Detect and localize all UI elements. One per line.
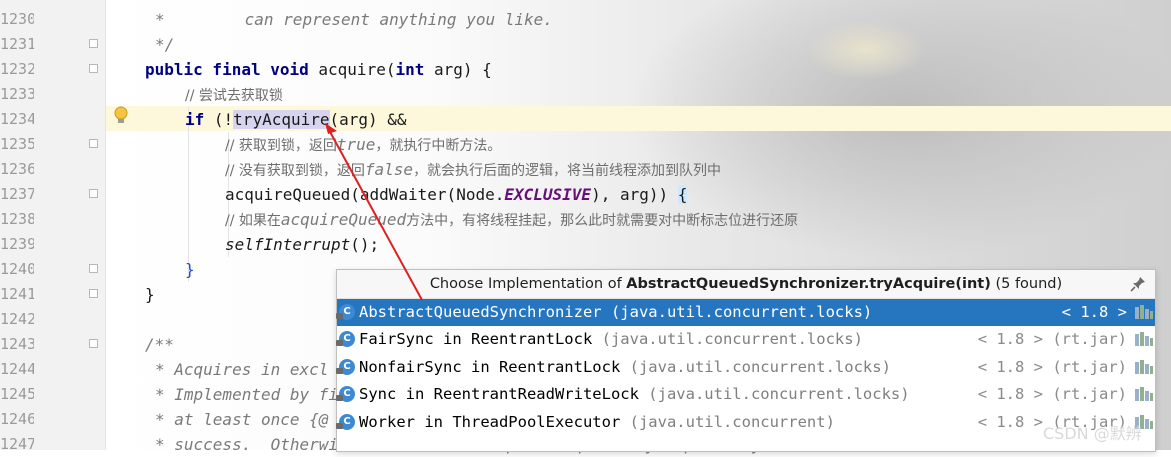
library-icon xyxy=(1135,305,1153,319)
line-number: 1239 xyxy=(0,235,34,253)
code-line: selfInterrupt(); xyxy=(225,235,380,254)
code-line: */ xyxy=(155,35,175,54)
line-number: 1245 xyxy=(0,385,34,403)
line-number: 1230 xyxy=(0,10,34,28)
popup-title: Choose Implementation of AbstractQueuedS… xyxy=(337,270,1155,299)
fold-marker-icon[interactable] xyxy=(89,39,98,48)
library-icon xyxy=(1135,332,1153,347)
fold-marker-icon[interactable] xyxy=(89,189,98,198)
line-number: 1235 xyxy=(0,135,34,153)
class-icon: C xyxy=(336,386,355,403)
line-number: 1233 xyxy=(0,85,34,103)
line-number: 1244 xyxy=(0,360,34,378)
fold-marker-icon[interactable] xyxy=(89,64,98,73)
code-line: if (!tryAcquire(arg) && xyxy=(185,110,407,129)
implementation-item[interactable]: C NonfairSync in ReentrantLock (java.uti… xyxy=(336,354,1155,381)
code-line: * Implemented by fi xyxy=(155,385,339,404)
code-line: // 如果在acquireQueued方法中，有将线程挂起，那么此时就需要对中断… xyxy=(225,210,799,229)
code-line: acquireQueued(addWaiter(Node.EXCLUSIVE),… xyxy=(225,185,688,204)
fold-marker-icon[interactable] xyxy=(89,289,98,298)
line-number: 1237 xyxy=(0,185,34,203)
fold-marker-icon[interactable] xyxy=(89,339,98,348)
code-line: public final void acquire(int arg) { xyxy=(145,60,492,79)
code-line: // 尝试去获取锁 xyxy=(185,88,283,104)
code-line: * at least once {@ xyxy=(155,410,329,429)
line-number: 1243 xyxy=(0,335,34,353)
code-line: // 没有获取到锁，返回false，就会执行后面的逻辑，将当前线程添加到队列中 xyxy=(225,160,722,179)
line-number: 1236 xyxy=(0,160,34,178)
code-line: * Acquires in excl xyxy=(155,360,329,379)
line-number: 1241 xyxy=(0,285,34,303)
class-icon: C xyxy=(336,331,355,348)
line-number: 1232 xyxy=(0,60,34,78)
fold-marker-icon[interactable] xyxy=(89,264,98,273)
code-line: } xyxy=(185,260,195,279)
library-icon xyxy=(1135,387,1153,402)
line-number: 1246 xyxy=(0,410,34,428)
line-number: 1234 xyxy=(0,110,34,128)
class-icon: C xyxy=(336,358,355,375)
fold-marker-icon[interactable] xyxy=(89,139,98,148)
line-number: 1238 xyxy=(0,210,34,228)
line-number: 1242 xyxy=(0,310,34,328)
code-line: /** xyxy=(145,335,174,354)
code-line: // 获取到锁，返回true，就执行中断方法。 xyxy=(225,135,502,154)
implementation-item[interactable]: C AbstractQueuedSynchronizer (java.util.… xyxy=(336,299,1155,327)
try-acquire-method[interactable]: tryAcquire xyxy=(233,110,330,129)
watermark: CSDN @默辨 xyxy=(1043,424,1142,443)
code-line: } xyxy=(145,285,155,304)
line-number: 1231 xyxy=(0,35,34,53)
implementation-item[interactable]: C Sync in ReentrantReadWriteLock (java.u… xyxy=(336,381,1155,408)
line-number: 1247 xyxy=(0,435,34,453)
class-icon: C xyxy=(336,413,355,430)
line-number-gutter: 1230 1231 1232 1233 1234 1235 1236 1237 … xyxy=(0,0,106,453)
line-number: 1240 xyxy=(0,260,34,278)
implementation-item[interactable]: C FairSync in ReentrantLock (java.util.c… xyxy=(336,326,1155,353)
library-icon xyxy=(1135,359,1153,374)
pin-icon[interactable] xyxy=(1129,275,1147,293)
class-icon: C xyxy=(336,304,355,320)
code-line: * can represent anything you like. xyxy=(155,10,553,29)
choose-implementation-popup[interactable]: Choose Implementation of AbstractQueuedS… xyxy=(336,269,1156,452)
lightbulb-icon[interactable] xyxy=(113,106,129,126)
implementation-item[interactable]: C Worker in ThreadPoolExecutor (java.uti… xyxy=(336,409,1155,436)
